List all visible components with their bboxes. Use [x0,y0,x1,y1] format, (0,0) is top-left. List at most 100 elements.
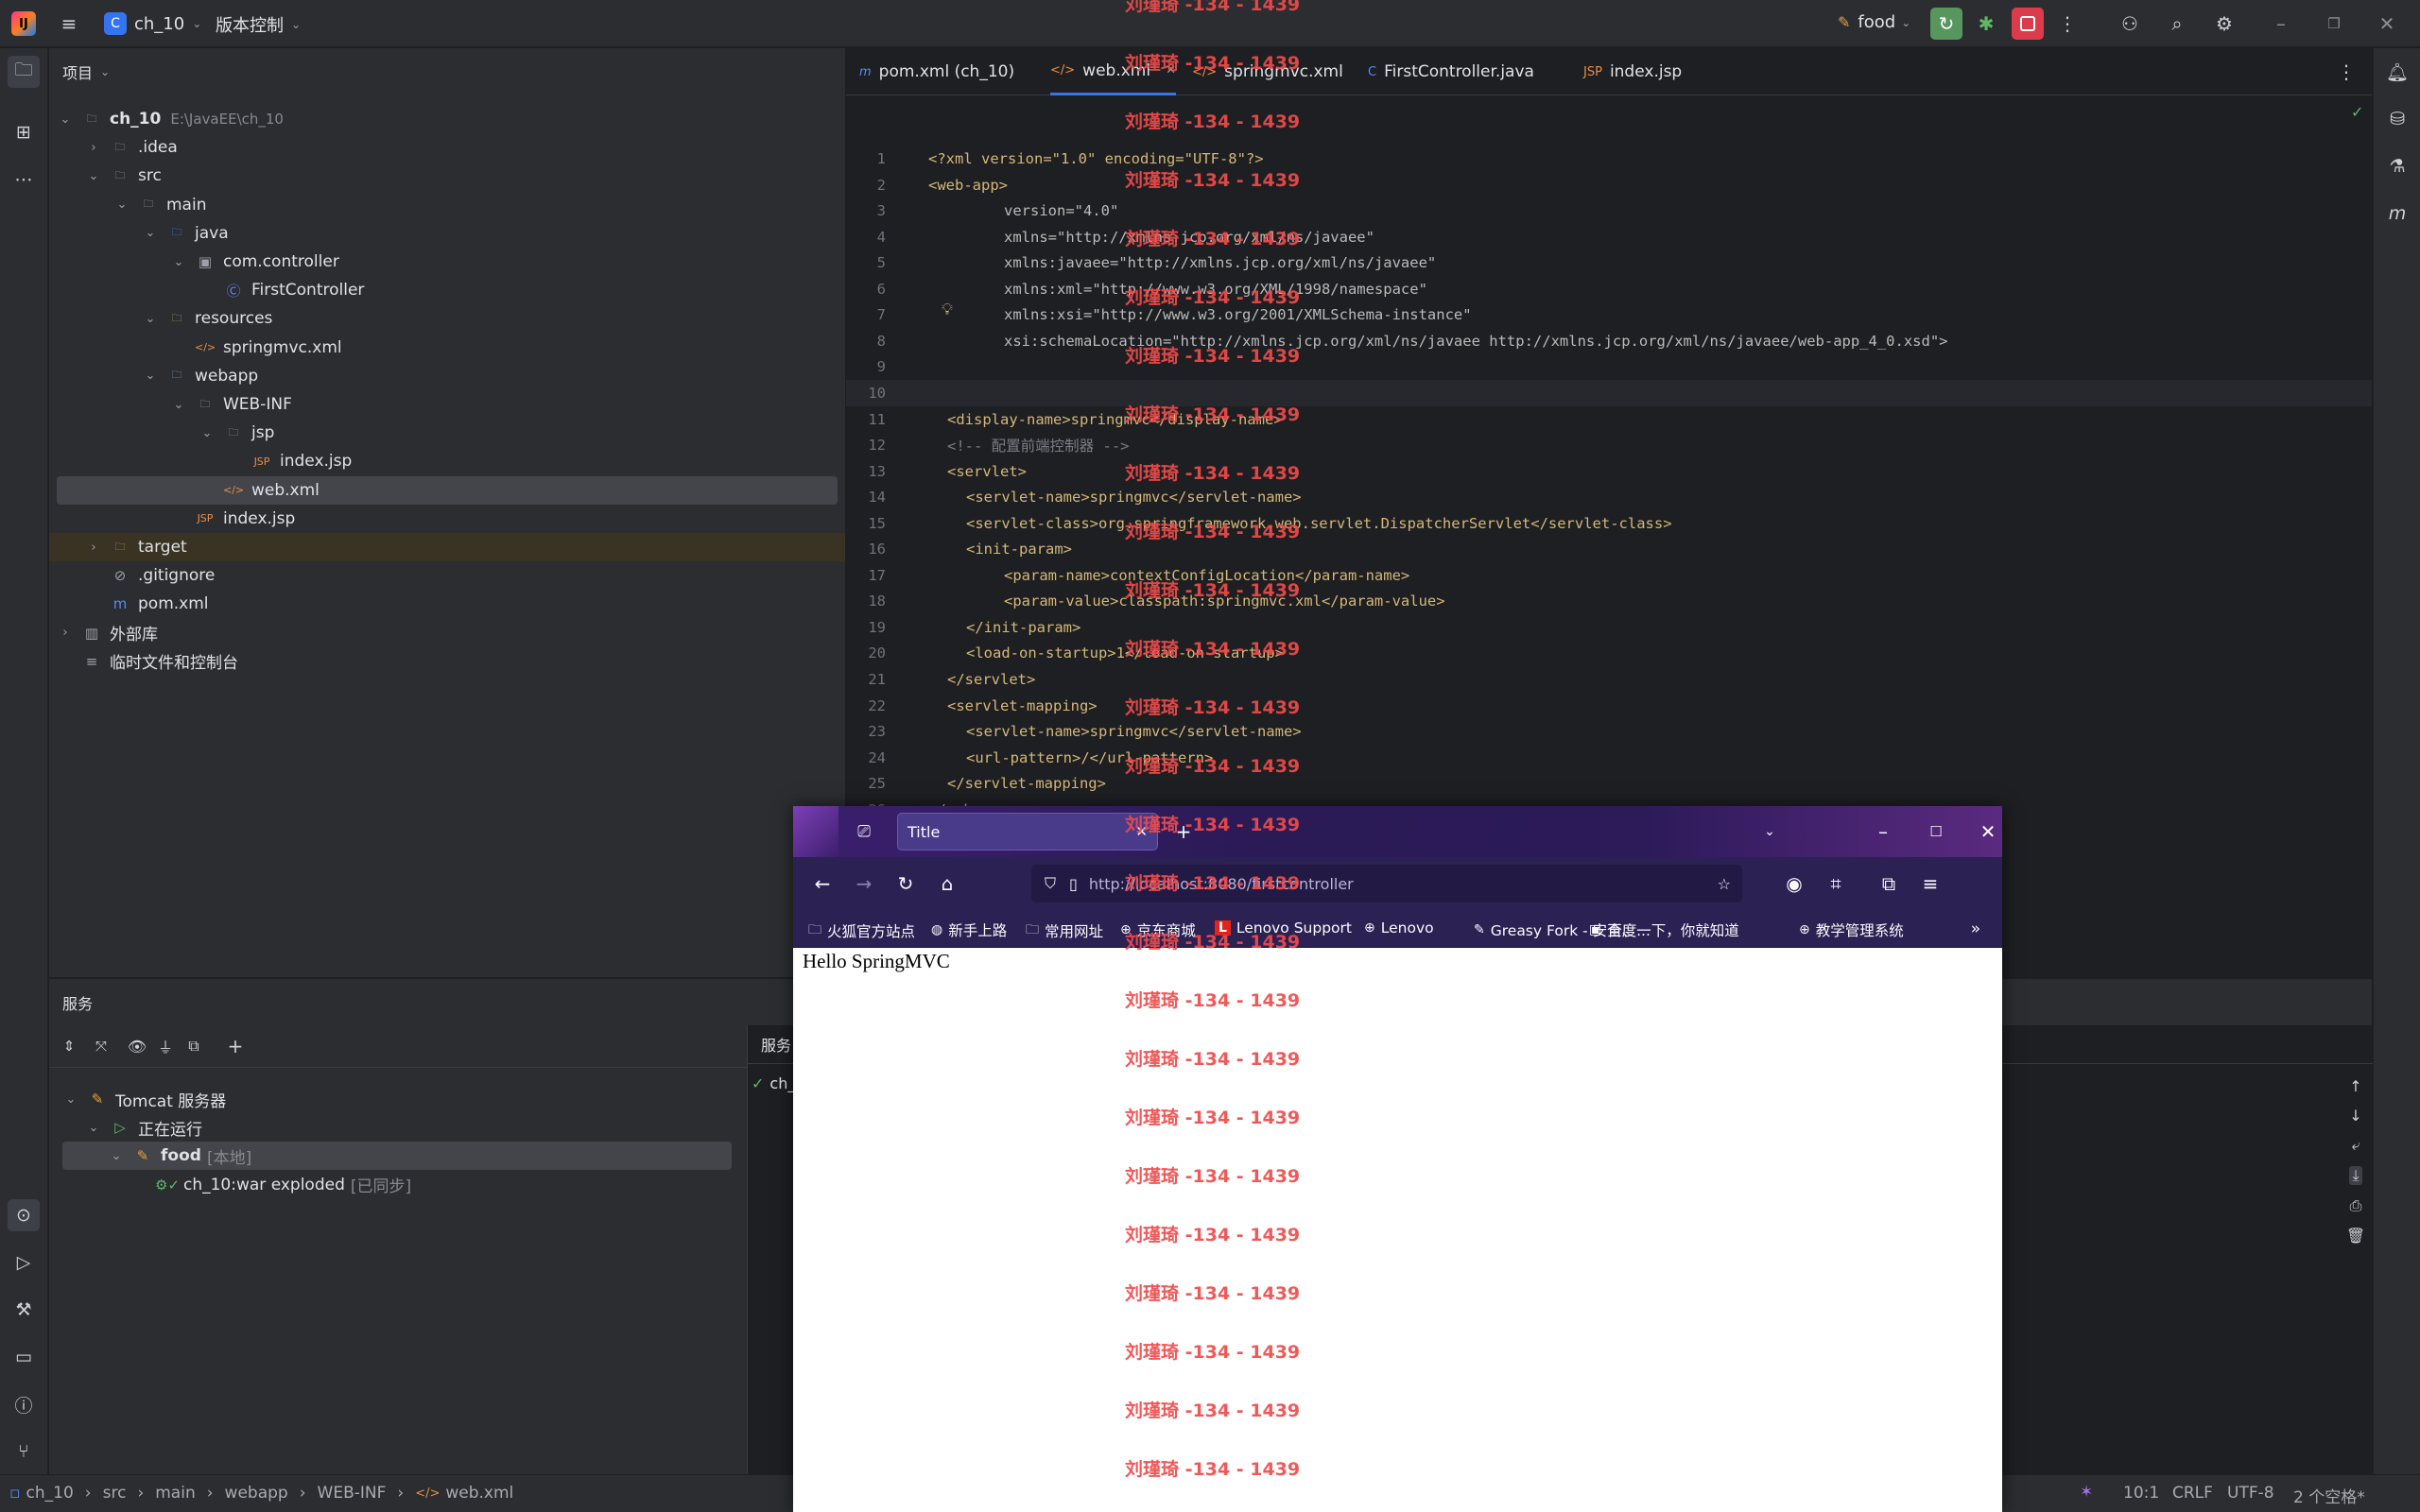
problems-icon[interactable]: ⓘ [8,1388,40,1420]
close-icon[interactable]: ✕ [2371,8,2403,40]
notifications-icon[interactable]: 🔔︎ [2381,56,2413,88]
database-icon[interactable]: ⛁ [2381,103,2413,135]
account-icon[interactable]: ◉ [1778,868,1810,900]
terminal-icon[interactable]: ▭ [8,1341,40,1373]
list-tabs-icon[interactable]: ⌄ [1754,816,1786,848]
breadcrumb-item[interactable]: src [103,1484,127,1503]
ai-assistant-icon[interactable]: ✶ [2080,1483,2093,1502]
chevron-down-icon[interactable]: ⌄ [170,255,187,269]
chevron-down-icon[interactable]: ⌄ [170,398,187,412]
folder-icon[interactable]: 🗀 [8,56,40,88]
chevron-right-icon[interactable]: › [57,626,74,640]
tree-item[interactable]: ⌄ 🗀 resources [142,304,273,333]
add-service-icon[interactable]: + [219,1030,251,1062]
scroll-down-icon[interactable]: ↓ [2349,1107,2361,1125]
chevron-down-icon[interactable]: ⌄ [113,198,130,212]
chevron-right-icon[interactable]: › [85,541,102,555]
debug-icon[interactable]: ✱ [1970,8,2002,40]
chevron-right-icon[interactable]: › [85,141,102,155]
maven-icon[interactable]: m [2381,198,2413,230]
forward-icon[interactable]: → [848,868,880,900]
rerun-button[interactable]: ↻ [1930,8,1962,40]
structure-icon[interactable]: ⊞ [8,116,40,148]
service-item[interactable]: ⚙✓ ch_10:war exploded [已同步] [130,1171,411,1199]
service-item[interactable]: ⌄ ✎ food [本地] [62,1142,732,1171]
project-panel-title[interactable]: 项目 ⌄ [62,58,110,86]
collapse-all-icon[interactable]: ⤧ [85,1030,117,1062]
tree-item[interactable]: ⌄ 🗀 java [142,219,229,248]
stop-button[interactable] [2012,8,2044,40]
tree-item[interactable]: </> springmvc.xml [170,334,342,362]
scroll-up-icon[interactable]: ↑ [2349,1077,2361,1095]
tree-item[interactable]: ≡ 临时文件和控制台 [57,647,238,676]
search-icon[interactable]: ⌕ [2161,8,2193,40]
tree-item[interactable]: m pom.xml [85,590,209,618]
project-switcher[interactable]: C ch_10 ⌄ [104,12,201,35]
editor-tab[interactable]: JSP index.jsp [1583,48,1682,95]
file-encoding[interactable]: UTF-8 [2227,1484,2274,1503]
tree-item[interactable]: </> web.xml [57,475,838,505]
chevron-down-icon[interactable]: ⌄ [142,312,159,326]
more-bookmarks-icon[interactable]: » [1960,913,1992,945]
restore-icon[interactable]: ❐ [2318,8,2350,40]
tree-item[interactable]: ⌄ 🗀 jsp [199,419,275,447]
filter-icon[interactable]: ⏚ [149,1030,182,1062]
maximize-icon[interactable]: ☐ [1920,816,1952,848]
deployment-item[interactable]: ✓ ch_ [752,1074,795,1092]
settings-gear-icon[interactable]: ⚙ [2208,8,2240,40]
deployment-tab[interactable]: 服务 [761,1033,791,1056]
tree-item[interactable]: JSP index.jsp [227,447,353,475]
app-menu-icon[interactable]: ≡ [1914,868,1946,900]
chevron-down-icon[interactable]: ⌄ [142,226,159,240]
editor-tab[interactable]: m pom.xml (ch_10) [859,48,1014,95]
bookmark-item[interactable]: ▣ 百度一下，你就知道 [1589,919,1739,940]
build-icon[interactable]: ⚒ [8,1294,40,1326]
bookmark-item[interactable]: 🗀 火狐官方站点 [808,919,915,942]
indent-setting[interactable]: 2 个空格* [2293,1484,2365,1507]
editor-tab[interactable]: C FirstController.java [1368,48,1534,95]
vcs-widget[interactable]: 版本控制 ⌄ [216,12,301,37]
service-item[interactable]: ⌄ ▷ 正在运行 [85,1113,202,1142]
home-icon[interactable]: ⌂ [931,868,963,900]
tree-item[interactable]: ⌄ ▣ com.controller [170,248,339,276]
eye-icon[interactable]: 👁︎ [121,1030,153,1062]
tree-item[interactable]: ⌄ 🗀 webapp [142,362,259,390]
endpoints-icon[interactable]: ⚗ [2381,150,2413,182]
tree-item[interactable]: JSP index.jsp [170,505,296,533]
browser-tab[interactable]: Title ✕ [897,813,1158,850]
services-icon[interactable]: ⊙ [8,1199,40,1231]
service-item[interactable]: ⌄ ✎ Tomcat 服务器 [62,1085,227,1113]
bookmark-item[interactable]: ⊕ 教学管理系统 [1799,919,1904,940]
chevron-down-icon[interactable]: ⌄ [142,369,159,383]
tree-item[interactable]: ⌄ 🗀 main [113,191,207,219]
more-actions-icon[interactable]: ⋮ [2051,8,2083,40]
run-config-selector[interactable]: ✎ food ⌄ [1838,12,1910,32]
breadcrumb-item[interactable]: WEB-INF [318,1484,387,1503]
back-icon[interactable]: ← [806,868,838,900]
chevron-down-icon[interactable]: ⌄ [199,426,216,440]
more-icon[interactable]: ⋯ [8,163,40,196]
extensions-icon[interactable]: ⧉ [1873,868,1905,900]
tree-item[interactable]: ⌄ 🗀 WEB-INF [170,390,292,419]
bookmark-item[interactable]: 🗀 常用网址 [1026,919,1103,942]
tabs-more-icon[interactable]: ⋮ [2330,56,2362,88]
breadcrumb-item[interactable]: main [155,1484,195,1503]
chevron-down-icon[interactable]: ⌄ [85,169,102,183]
expand-all-icon[interactable]: ⇕ [53,1030,85,1062]
tree-item[interactable]: Ⓒ FirstController [199,276,364,304]
bookmark-item[interactable]: ◍ 新手上路 [931,919,1007,940]
cursor-position[interactable]: 10:1 [2123,1484,2159,1503]
main-menu-icon[interactable]: ≡ [53,8,85,40]
soft-wrap-icon[interactable]: ⤶ [2352,1136,2360,1155]
lightbulb-icon[interactable]: 💡︎ [942,301,953,319]
breadcrumb-item[interactable]: web.xml [445,1484,513,1503]
line-separator[interactable]: CRLF [2172,1484,2213,1503]
clear-icon[interactable]: 🗑︎ [2346,1227,2365,1245]
close-window-icon[interactable]: ✕ [1972,816,2004,848]
tree-item[interactable]: ⌄ 🗀 src [85,162,162,190]
tree-item[interactable]: ⊘ .gitignore [85,561,216,590]
screenshot-icon[interactable]: ⌗ [1820,868,1852,900]
chevron-down-icon[interactable]: ⌄ [57,112,74,127]
chevron-down-icon[interactable]: ⌄ [85,1121,102,1135]
minimize-icon[interactable]: – [1867,816,1899,848]
